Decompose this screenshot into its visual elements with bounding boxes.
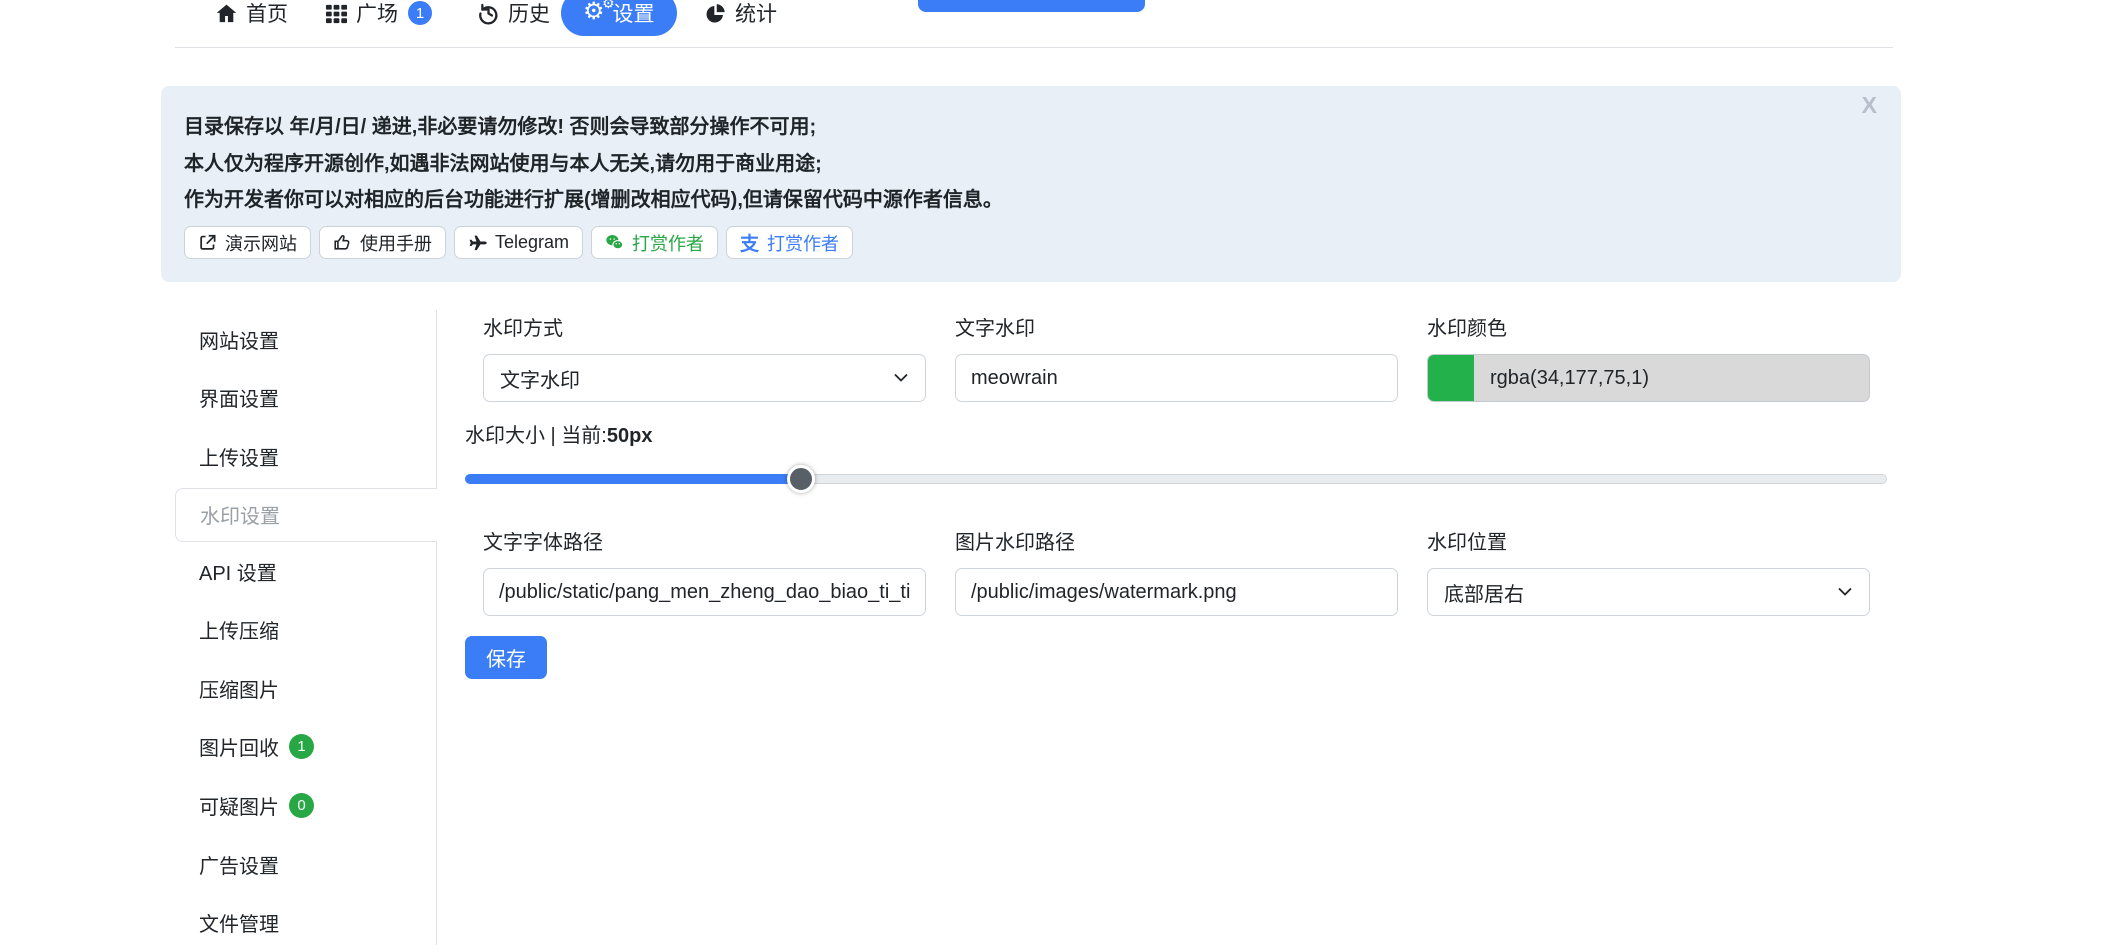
sidebar-item-watermark[interactable]: 水印设置 xyxy=(175,488,437,542)
watermark-size-label: 水印大小 | 当前:50px xyxy=(465,419,652,448)
manual-button[interactable]: 使用手册 xyxy=(319,226,446,259)
watermark-position-select[interactable]: 底部居右 xyxy=(1427,568,1870,616)
sidebar-item-label: 广告设置 xyxy=(199,850,279,879)
sidebar-item-label: 图片回收 xyxy=(199,732,279,761)
nav-item-stats[interactable]: 统计 xyxy=(704,0,777,36)
external-link-icon xyxy=(198,233,217,252)
image-watermark-path-label: 图片水印路径 xyxy=(955,526,1398,555)
notice-alert: X 目录保存以 年/月/日/ 递进,非必要请勿修改! 否则会导致部分操作不可用;… xyxy=(161,86,1901,282)
nav-item-history[interactable]: 历史 xyxy=(477,0,550,36)
chevron-down-icon xyxy=(1837,587,1853,597)
sidebar-item-label: 文件管理 xyxy=(199,908,279,937)
telegram-button[interactable]: Telegram xyxy=(454,226,583,259)
chevron-down-icon xyxy=(893,373,909,383)
wechat-icon xyxy=(605,233,624,252)
sidebar-item-ads[interactable]: 广告设置 xyxy=(175,835,436,894)
history-icon xyxy=(477,2,500,25)
button-label: 使用手册 xyxy=(360,230,432,256)
button-label: 打赏作者 xyxy=(767,230,839,256)
slider-fill xyxy=(465,474,800,484)
watermark-color-picker[interactable]: rgba(34,177,75,1) xyxy=(1427,354,1870,402)
sidebar-item-site[interactable]: 网站设置 xyxy=(175,310,436,369)
sidebar-item-label: 水印设置 xyxy=(200,500,280,529)
button-label: 打赏作者 xyxy=(632,230,704,256)
nav-item-home[interactable]: 首页 xyxy=(215,0,288,36)
settings-tab-area: 网站设置 界面设置 上传设置 水印设置 API 设置 上传压缩 压缩图片 图片回… xyxy=(175,310,1901,945)
top-action-button[interactable] xyxy=(918,0,1145,12)
alert-line: 作为开发者你可以对相应的后台功能进行扩展(增删改相应代码),但请保留代码中源作者… xyxy=(184,182,1901,219)
nav-item-label: 历史 xyxy=(508,0,550,28)
nav-item-label: 首页 xyxy=(246,0,288,28)
suspicious-count-badge: 0 xyxy=(289,793,314,818)
font-path-input[interactable] xyxy=(483,568,926,616)
pie-chart-icon xyxy=(704,2,727,25)
donate-alipay-button[interactable]: 支 打赏作者 xyxy=(726,226,853,259)
watermark-size-value: 50px xyxy=(607,425,653,447)
sidebar-item-label: 界面设置 xyxy=(199,383,279,412)
slider-thumb[interactable] xyxy=(787,465,815,493)
nav-item-label: 广场 xyxy=(356,0,398,28)
sidebar-item-label: 可疑图片 xyxy=(199,791,279,820)
watermark-size-slider[interactable] xyxy=(465,474,1887,484)
sidebar-item-label: API 设置 xyxy=(199,557,277,586)
watermark-method-label: 水印方式 xyxy=(483,312,926,341)
nav-item-settings[interactable]: ⚙⚙ 设置 xyxy=(561,0,677,36)
alert-line: 目录保存以 年/月/日/ 递进,非必要请勿修改! 否则会导致部分操作不可用; xyxy=(184,109,1901,146)
page-container: 首页 广场 1 历史 ⚙⚙ 设置 xyxy=(161,0,1901,945)
sidebar-item-label: 网站设置 xyxy=(199,325,279,354)
watermark-color-group: 水印颜色 rgba(34,177,75,1) xyxy=(1427,312,1870,402)
nav-item-label: 统计 xyxy=(735,0,777,28)
sidebar-item-api[interactable]: API 设置 xyxy=(175,542,436,601)
text-watermark-input[interactable] xyxy=(955,354,1398,402)
nav-divider xyxy=(175,47,1893,48)
font-path-label: 文字字体路径 xyxy=(483,526,926,555)
recycle-count-badge: 1 xyxy=(289,734,314,759)
watermark-method-group: 水印方式 文字水印 xyxy=(483,312,926,402)
save-button[interactable]: 保存 xyxy=(465,636,547,679)
image-watermark-path-input[interactable] xyxy=(955,568,1398,616)
color-swatch xyxy=(1428,355,1474,401)
selected-value: 文字水印 xyxy=(500,364,580,393)
sidebar-item-suspicious[interactable]: 可疑图片 0 xyxy=(175,776,436,835)
sidebar-item-interface[interactable]: 界面设置 xyxy=(175,369,436,428)
image-watermark-path-group: 图片水印路径 xyxy=(955,526,1398,616)
button-label: Telegram xyxy=(495,232,569,253)
button-label: 演示网站 xyxy=(225,230,297,256)
alert-line: 本人仅为程序开源创作,如遇非法网站使用与本人无关,请勿用于商业用途; xyxy=(184,146,1901,183)
color-value: rgba(34,177,75,1) xyxy=(1490,367,1649,390)
sidebar-item-recycle[interactable]: 图片回收 1 xyxy=(175,718,436,777)
sidebar-item-label: 压缩图片 xyxy=(199,674,279,703)
grid-icon xyxy=(325,2,348,25)
text-watermark-group: 文字水印 xyxy=(955,312,1398,402)
watermark-method-select[interactable]: 文字水印 xyxy=(483,354,926,402)
alipay-icon: 支 xyxy=(740,229,759,256)
settings-sidebar: 网站设置 界面设置 上传设置 水印设置 API 设置 上传压缩 压缩图片 图片回… xyxy=(175,310,437,945)
font-path-group: 文字字体路径 xyxy=(483,526,926,616)
selected-value: 底部居右 xyxy=(1444,578,1524,607)
thumbs-up-icon xyxy=(333,233,352,252)
gear-icon: ⚙⚙ xyxy=(583,0,605,24)
plane-icon xyxy=(468,233,487,252)
alert-close-button[interactable]: X xyxy=(1862,94,1877,117)
watermark-position-label: 水印位置 xyxy=(1427,526,1870,555)
nav-item-plaza[interactable]: 广场 1 xyxy=(325,0,432,36)
watermark-color-label: 水印颜色 xyxy=(1427,312,1870,341)
nav-item-label: 设置 xyxy=(613,0,655,28)
sidebar-item-upload[interactable]: 上传设置 xyxy=(175,427,436,486)
plaza-count-badge: 1 xyxy=(408,1,432,25)
alert-buttons-row: 演示网站 使用手册 Telegram xyxy=(184,226,853,259)
demo-site-button[interactable]: 演示网站 xyxy=(184,226,311,259)
sidebar-item-files[interactable]: 文件管理 xyxy=(175,893,436,952)
sidebar-item-label: 上传压缩 xyxy=(199,615,279,644)
home-icon xyxy=(215,2,238,25)
sidebar-item-label: 上传设置 xyxy=(199,442,279,471)
watermark-settings-panel: 水印方式 文字水印 文字水印 水印颜色 rgba(34,177,75,1) xyxy=(465,310,1901,945)
watermark-position-group: 水印位置 底部居右 xyxy=(1427,526,1870,616)
sidebar-item-upload-compress[interactable]: 上传压缩 xyxy=(175,600,436,659)
donate-wechat-button[interactable]: 打赏作者 xyxy=(591,226,718,259)
text-watermark-label: 文字水印 xyxy=(955,312,1398,341)
sidebar-item-compress-images[interactable]: 压缩图片 xyxy=(175,659,436,718)
